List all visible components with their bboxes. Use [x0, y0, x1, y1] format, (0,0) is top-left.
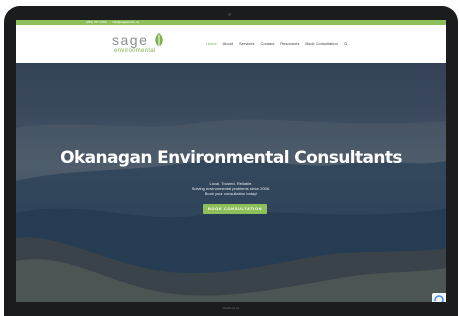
logo-sub-text: environmental	[114, 48, 156, 54]
recaptcha-icon	[434, 295, 444, 302]
nav-item-resources[interactable]: Resources	[280, 41, 299, 46]
nav-item-about[interactable]: About	[223, 41, 233, 46]
hero-section: Okanagan Environmental Consultants Local…	[16, 63, 446, 302]
book-consultation-button[interactable]: BOOK CONSULTATION	[203, 204, 267, 214]
nav-item-contact[interactable]: Contact	[260, 41, 274, 46]
device-label: MacBook Air	[222, 306, 240, 310]
search-icon[interactable]	[344, 41, 348, 46]
camera-icon	[228, 13, 231, 16]
recaptcha-badge[interactable]	[432, 293, 446, 302]
site-header: sage environmental Home About Services C…	[16, 25, 446, 63]
main-navigation: Home About Services Contact Resources Bo…	[206, 41, 348, 46]
laptop-frame: (250) 767-7160 info@sageenviro.ca sage e…	[4, 6, 458, 316]
nav-item-services[interactable]: Services	[239, 41, 254, 46]
nav-item-book-consultation[interactable]: Book Consultation	[305, 41, 337, 46]
hero-line-3: Book your consultation today!	[204, 191, 258, 196]
logo[interactable]: sage environmental	[112, 32, 172, 60]
hero-title: Okanagan Environmental Consultants	[60, 148, 402, 168]
hero-subtitle: Local. Trusted. Reliable. Solving enviro…	[16, 181, 446, 196]
logo-main-text: sage	[112, 32, 149, 48]
nav-item-home[interactable]: Home	[206, 41, 217, 46]
leaf-icon	[155, 33, 163, 47]
website-screen: (250) 767-7160 info@sageenviro.ca sage e…	[16, 20, 446, 302]
